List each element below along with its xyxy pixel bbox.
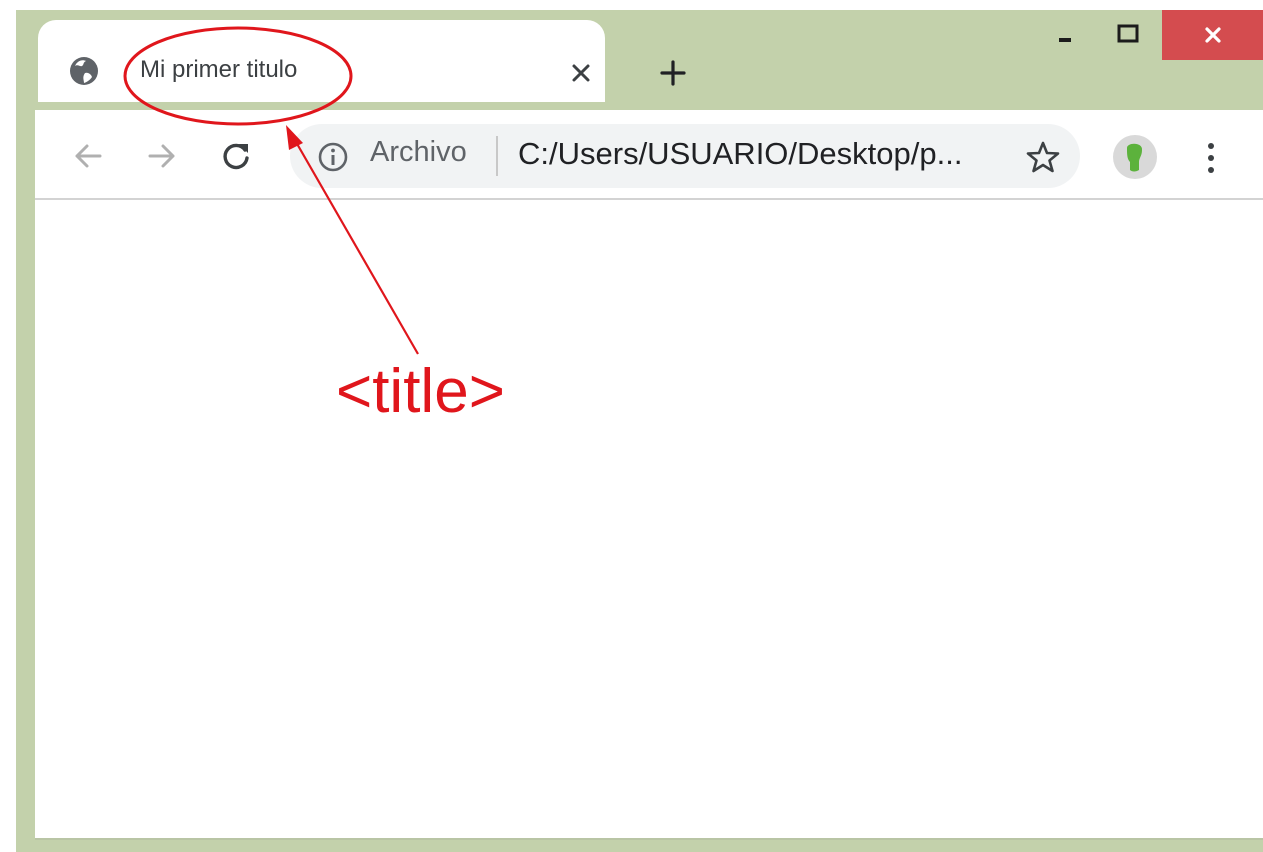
info-icon[interactable] <box>316 140 350 174</box>
back-arrow-icon[interactable] <box>68 136 108 176</box>
reload-icon[interactable] <box>216 136 256 176</box>
window-maximize-icon[interactable] <box>1113 20 1143 50</box>
window-close-button[interactable] <box>1162 10 1263 60</box>
tab-title: Mi primer titulo <box>140 56 298 83</box>
omnibox-divider <box>496 136 498 176</box>
globe-icon <box>70 57 98 85</box>
new-tab-plus-icon[interactable] <box>656 56 690 90</box>
site-security-label[interactable]: Archivo <box>370 136 467 169</box>
profile-avatar[interactable] <box>1112 134 1158 180</box>
tab-close-icon[interactable] <box>566 58 596 88</box>
background-strip <box>1085 0 1263 10</box>
annotation-label: <title> <box>336 357 505 426</box>
window-bottom-edge <box>35 838 1263 840</box>
browser-tab[interactable] <box>38 20 605 102</box>
window-close-icon <box>1205 27 1221 43</box>
forward-arrow-icon[interactable] <box>142 136 182 176</box>
kebab-menu-icon[interactable] <box>1196 138 1226 178</box>
url-text[interactable]: C:/Users/USUARIO/Desktop/p... <box>518 136 962 172</box>
bookmark-star-icon[interactable] <box>1024 138 1062 176</box>
window-minimize-icon[interactable] <box>1053 24 1079 50</box>
page-content <box>35 200 1263 838</box>
